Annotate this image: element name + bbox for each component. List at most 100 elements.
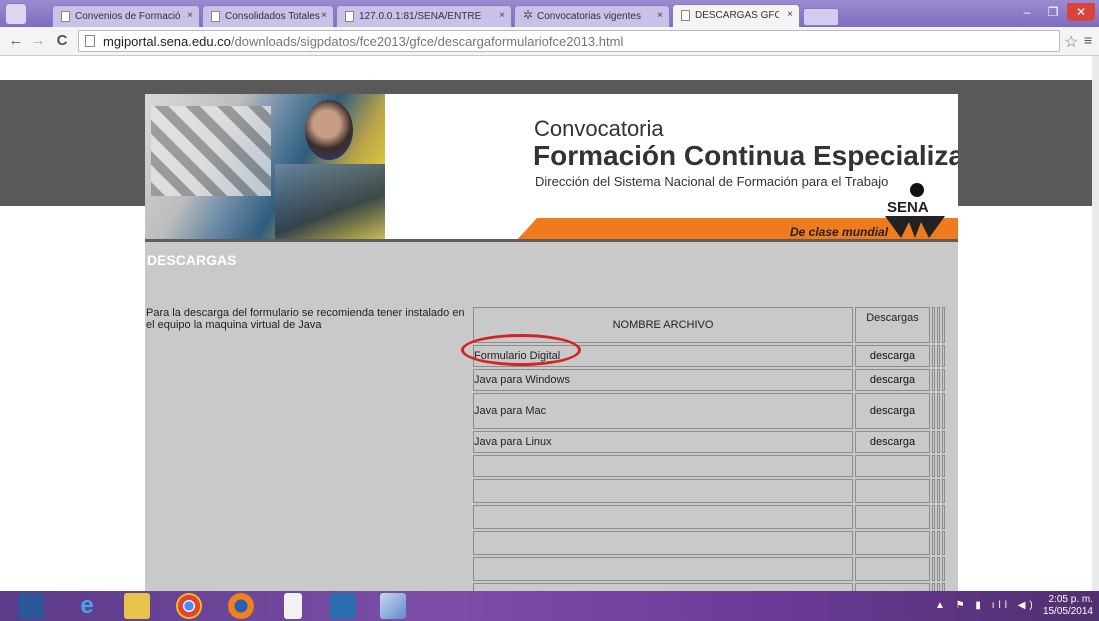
empty-cell xyxy=(473,455,853,477)
sena-favicon-icon: ✲ xyxy=(523,8,534,22)
empty-cell xyxy=(473,505,853,529)
banner-title: Formación Continua Especializada xyxy=(533,140,958,171)
table-row xyxy=(473,479,945,503)
empty-cell xyxy=(855,531,930,555)
table-spacer-cell xyxy=(942,307,945,343)
table-spacer-cell xyxy=(937,431,940,453)
bookmark-star-icon[interactable]: ☆ xyxy=(1064,32,1078,52)
tab-label: Convocatorias vigentes xyxy=(537,11,641,22)
equipment-image xyxy=(275,164,385,240)
table-spacer-cell xyxy=(942,393,945,429)
forward-arrow-icon[interactable]: → xyxy=(28,31,48,51)
window-close-icon[interactable]: ✕ xyxy=(1067,3,1095,21)
back-arrow-icon[interactable]: ← xyxy=(6,31,26,51)
table-spacer-cell xyxy=(932,393,935,429)
student-image xyxy=(305,100,353,160)
tab-close-icon[interactable]: × xyxy=(499,10,505,21)
browser-tab-bar: Convenios de Formación × Consolidados To… xyxy=(0,0,1099,27)
header-banner: Convocatoria Formación Continua Especial… xyxy=(145,94,958,242)
download-cell: descarga xyxy=(855,393,930,429)
table-spacer-cell xyxy=(942,505,945,529)
menu-icon[interactable]: ≡ xyxy=(1084,32,1092,48)
empty-cell xyxy=(473,479,853,503)
file-name: Java para Mac xyxy=(473,393,853,429)
tab-consolidados[interactable]: Consolidados Totales × xyxy=(202,5,334,27)
tab-localhost[interactable]: 127.0.0.1:81/SENA/ENTRE × xyxy=(336,5,512,27)
user-profile-icon[interactable] xyxy=(5,3,27,25)
page-viewport: Convocatoria Formación Continua Especial… xyxy=(0,56,1099,591)
table-row xyxy=(473,455,945,477)
vertical-scrollbar[interactable] xyxy=(1092,56,1099,591)
table-spacer-cell xyxy=(942,479,945,503)
download-link-java-linux[interactable]: descarga xyxy=(870,436,915,448)
highlight-circle xyxy=(461,334,581,366)
tab-descargas-gfce[interactable]: DESCARGAS GFCE × xyxy=(672,4,800,27)
system-tray-icons[interactable]: ▲ ⚑ ▮ ıll ◀) xyxy=(935,600,1037,611)
reload-icon[interactable]: C xyxy=(52,31,72,51)
download-link-java-mac[interactable]: descarga xyxy=(870,405,915,417)
table-spacer-cell xyxy=(942,369,945,391)
page-content: Convocatoria Formación Continua Especial… xyxy=(145,94,958,591)
table-spacer-cell xyxy=(942,557,945,581)
empty-cell xyxy=(473,531,853,555)
table-spacer-cell xyxy=(932,557,935,581)
lync-icon[interactable] xyxy=(330,593,356,619)
url-domain: mgiportal.sena.edu.co xyxy=(103,34,231,49)
tab-close-icon[interactable]: × xyxy=(657,10,663,21)
table-spacer-cell xyxy=(932,531,935,555)
section-title: DESCARGAS xyxy=(147,252,237,268)
download-link-formulario[interactable]: descarga xyxy=(870,350,915,362)
column-header-downloads: Descargas xyxy=(855,307,930,343)
url-text[interactable]: mgiportal.sena.edu.co/downloads/sigpdato… xyxy=(103,34,623,49)
file-name: Java para Windows xyxy=(473,369,853,391)
internet-explorer-icon[interactable]: e xyxy=(74,593,100,619)
table-spacer-cell xyxy=(937,505,940,529)
tab-label: Consolidados Totales xyxy=(225,11,320,22)
empty-cell xyxy=(855,583,930,591)
table-spacer-cell xyxy=(937,369,940,391)
tab-close-icon[interactable]: × xyxy=(321,10,327,21)
sena-logo-text: SENA xyxy=(887,199,929,216)
banner-subtitle: Dirección del Sistema Nacional de Formac… xyxy=(535,174,889,189)
chrome-icon[interactable] xyxy=(176,593,202,619)
table-spacer-cell xyxy=(932,345,935,367)
empty-cell xyxy=(855,455,930,477)
page-icon xyxy=(345,11,354,22)
table-spacer-cell xyxy=(937,307,940,343)
maximize-icon[interactable]: ❐ xyxy=(1041,3,1065,21)
table-spacer-cell xyxy=(942,531,945,555)
clock-time: 2:05 p. m. xyxy=(1048,594,1093,605)
tab-label: DESCARGAS GFCE xyxy=(695,10,779,21)
table-spacer-cell xyxy=(942,583,945,591)
tab-convocatorias[interactable]: ✲ Convocatorias vigentes × xyxy=(514,5,670,27)
notes-icon[interactable] xyxy=(380,593,406,619)
page-icon xyxy=(211,11,220,22)
download-link-java-windows[interactable]: descarga xyxy=(870,374,915,386)
minimize-icon[interactable]: – xyxy=(1015,3,1039,21)
empty-cell xyxy=(855,505,930,529)
table-row: Java para Linux descarga xyxy=(473,431,945,453)
document-icon[interactable] xyxy=(284,593,302,619)
page-icon xyxy=(61,11,70,22)
address-bar[interactable]: mgiportal.sena.edu.co/downloads/sigpdato… xyxy=(78,30,1060,52)
page-icon xyxy=(85,35,95,47)
tab-close-icon[interactable]: × xyxy=(787,9,793,20)
tab-convenios[interactable]: Convenios de Formación × xyxy=(52,5,200,27)
table-spacer-cell xyxy=(942,345,945,367)
word-icon[interactable] xyxy=(18,593,44,619)
table-spacer-cell xyxy=(932,369,935,391)
tab-close-icon[interactable]: × xyxy=(187,10,193,21)
new-tab-button[interactable] xyxy=(803,8,839,26)
table-row xyxy=(473,583,945,591)
file-explorer-icon[interactable] xyxy=(124,593,150,619)
table-spacer-cell xyxy=(932,431,935,453)
table-spacer-cell xyxy=(937,557,940,581)
table-row xyxy=(473,531,945,555)
clock[interactable]: 2:05 p. m. 15/05/2014 xyxy=(1043,594,1093,618)
table-row: Java para Mac descarga xyxy=(473,393,945,429)
table-spacer-cell xyxy=(942,455,945,477)
firefox-icon[interactable] xyxy=(228,593,254,619)
empty-cell xyxy=(473,583,853,591)
table-spacer-cell xyxy=(932,583,935,591)
browser-toolbar: ← → C mgiportal.sena.edu.co/downloads/si… xyxy=(0,27,1099,56)
